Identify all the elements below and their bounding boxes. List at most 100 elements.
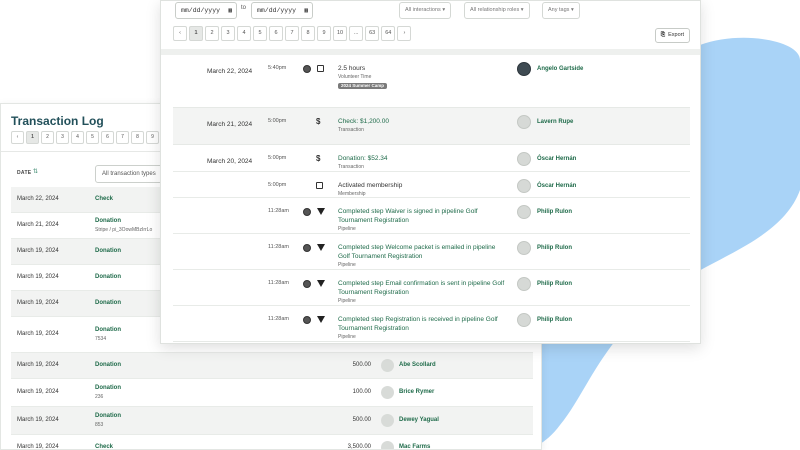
page-button-5[interactable]: 5 [86,131,99,144]
person-icon [303,244,311,252]
page-button-3[interactable]: 3 [56,131,69,144]
page-button-7[interactable]: 7 [285,26,299,41]
page-button-64[interactable]: 64 [381,26,396,41]
prev-page-button[interactable]: ‹ [173,26,187,41]
contact-name-link[interactable]: Angelo Gartside [537,66,583,72]
date-from-input[interactable]: mm/dd/yyyy ▦ [175,2,237,19]
page-button-1[interactable]: 1 [26,131,39,144]
date-to-placeholder: mm/dd/yyyy [257,7,297,14]
activity-title-link[interactable]: Completed step Registration is received … [338,315,508,333]
activity-title-link[interactable]: Check: $1,200.00 [338,117,508,126]
transaction-type-link[interactable]: Donation [95,218,121,224]
calendar-icon: ▦ [304,7,308,14]
page-button-2[interactable]: 2 [41,131,54,144]
page-button-2[interactable]: 2 [205,26,219,41]
activity-type-label: Pipeline [338,262,356,268]
transaction-type-link[interactable]: Check [95,444,113,449]
page-button-5[interactable]: 5 [253,26,267,41]
contact-name-link[interactable]: Brice Rymer [399,389,434,395]
activity-title: Activated membership [338,182,403,189]
activity-item[interactable]: 11:28am Completed step Welcome packet is … [173,233,690,269]
transaction-type-link[interactable]: Donation [95,362,121,368]
activity-item[interactable]: 5:00pm $ Donation: $52.34 Transaction Óscar … [173,145,690,171]
activity-item[interactable]: 5:40pm 2.5 hours Volunteer Time 2024 Summer… [173,55,690,107]
transaction-type-link[interactable]: Donation [95,300,121,306]
table-row[interactable]: March 19, 2024 Donation 236 100.00 Brice Rym… [11,379,533,407]
tags-filter[interactable]: Any tags ▾ [542,2,580,19]
dollar-icon: $ [316,154,321,163]
activity-item[interactable]: 5:00pm $ Check: $1,200.00 Transaction Lavern… [173,108,690,144]
contact-name-link[interactable]: Óscar Hernán [537,183,576,189]
contact-name-link[interactable]: Abe Scollard [399,362,436,368]
transaction-type-link[interactable]: Donation [95,248,121,254]
table-row[interactable]: March 19, 2024 Donation 853 500.00 Dewey Yag… [11,407,533,435]
contact-name-link[interactable]: Philip Rulon [537,281,572,287]
activity-item[interactable]: 5:00pm Activated membership Membership Ósca… [173,171,690,197]
transaction-type-filter[interactable]: All transaction types [95,165,165,183]
page-button-63[interactable]: 63 [365,26,380,41]
activity-type-label: Transaction [338,164,364,170]
activity-type-label: Pipeline [338,226,356,232]
transaction-reference: 853 [95,422,104,428]
contact-name-link[interactable]: Mac Farms [399,444,430,449]
next-page-button[interactable]: › [397,26,412,41]
transaction-amount: 100.00 [352,389,371,395]
page-button-6[interactable]: 6 [269,26,283,41]
avatar [517,205,531,219]
activity-title-link[interactable]: Completed step Waiver is signed in pipel… [338,207,508,225]
activity-title-link[interactable]: Completed step Email confirmation is sen… [338,279,508,297]
activity-title-link[interactable]: Donation: $52.34 [338,154,508,163]
relationship-roles-filter[interactable]: All relationship roles ▾ [464,2,530,19]
page-button-3[interactable]: 3 [221,26,235,41]
note-icon [316,182,323,189]
activity-time: 11:28am [268,208,289,214]
page-button-4[interactable]: 4 [237,26,251,41]
page-button-4[interactable]: 4 [71,131,84,144]
contact-name-link[interactable]: Lavern Rupe [537,119,573,125]
page-button-8[interactable]: 8 [131,131,144,144]
activity-item[interactable]: 11:28am Completed step Registration is re… [173,305,690,341]
table-row[interactable]: March 19, 2024 Donation 500.00 Abe Scollard [11,353,533,379]
activity-title: 2.5 hours [338,65,366,72]
activity-item[interactable]: 11:28am Completed step Email confirmation… [173,269,690,305]
transaction-type-link[interactable]: Donation [95,413,121,419]
activity-title-link[interactable]: Completed step Welcome packet is emailed… [338,243,508,261]
contact-name-link[interactable]: Philip Rulon [537,317,572,323]
contact-name-link[interactable]: Philip Rulon [537,209,572,215]
sort-icon[interactable]: ⇅ [33,168,38,175]
contact-name-link[interactable]: Óscar Hernán [537,156,576,162]
page-button-1[interactable]: 1 [189,26,203,41]
transaction-type-link[interactable]: Check [95,196,113,202]
activity-item[interactable]: 11:28am Completed step Waiver is signed i… [173,197,690,233]
person-icon [303,65,311,73]
activity-tag-badge[interactable]: 2024 Summer Camp [338,83,388,89]
transaction-date: March 19, 2024 [17,444,59,450]
prev-page-button[interactable]: ‹ [11,131,24,144]
person-icon [303,316,311,324]
date-from-placeholder: mm/dd/yyyy [181,7,221,14]
page-button-10[interactable]: 10 [333,26,348,41]
contact-name-link[interactable]: Philip Rulon [537,245,572,251]
chevron-down-icon: ▾ [442,7,446,13]
transaction-type-link[interactable]: Donation [95,327,121,333]
page-button-9[interactable]: 9 [317,26,331,41]
funnel-icon [317,316,325,323]
page-button-7[interactable]: 7 [116,131,129,144]
table-row[interactable]: March 19, 2024 Check 3,500.00 Mac Farms [11,435,533,450]
transaction-type-link[interactable]: Donation [95,385,121,391]
interactions-filter[interactable]: All interactions ▾ [399,2,452,19]
date-to-input[interactable]: mm/dd/yyyy ▦ [251,2,313,19]
page-button-9[interactable]: 9 [146,131,159,144]
funnel-icon [317,244,325,251]
activity-time: 5:40pm [268,65,287,71]
page-button-8[interactable]: 8 [301,26,315,41]
page-button-6[interactable]: 6 [101,131,114,144]
transaction-type-link[interactable]: Donation [95,274,121,280]
transaction-reference: Stripe / pi_3OowMBzIrrLo [95,227,153,233]
export-button[interactable]: ⎘ Export [654,28,690,43]
note-icon [317,65,324,72]
avatar [517,152,531,166]
contact-name-link[interactable]: Dewey Yagual [399,417,439,423]
date-column-header[interactable]: DATE [17,170,31,176]
activity-type-label: Transaction [338,127,364,133]
